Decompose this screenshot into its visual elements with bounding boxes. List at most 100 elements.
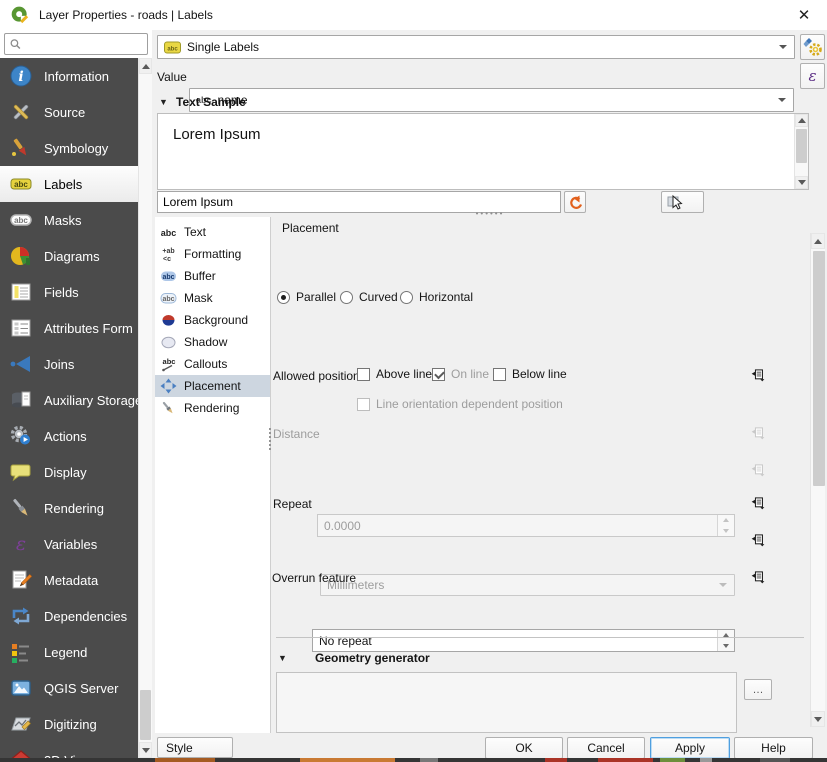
radio-horizontal[interactable] xyxy=(400,291,413,304)
allowed-on-line[interactable]: On line xyxy=(432,367,489,381)
orientation-curved[interactable]: Curved xyxy=(340,290,398,304)
sidebar-item-qgis-server[interactable]: QGIS Server xyxy=(0,670,138,706)
label-mode-value: Single Labels xyxy=(187,40,259,54)
data-defined-override-button[interactable] xyxy=(745,364,771,386)
mask-icon: abc xyxy=(160,290,177,306)
sidebar-item-rendering[interactable]: Rendering xyxy=(0,490,138,526)
orientation-parallel[interactable]: Parallel xyxy=(277,290,336,304)
table-icon xyxy=(9,280,33,304)
automated-placement-settings-button[interactable] xyxy=(800,34,825,60)
data-defined-override-button[interactable] xyxy=(745,492,771,514)
sidebar-item-digitizing[interactable]: Digitizing xyxy=(0,706,138,742)
scroll-down-arrow[interactable] xyxy=(811,711,825,727)
scroll-up-arrow[interactable] xyxy=(795,114,808,127)
cancel-button[interactable]: Cancel xyxy=(567,737,645,759)
repeat-spinbox[interactable]: No repeat xyxy=(312,629,735,652)
sidebar-item-attributes-form[interactable]: Attributes Form xyxy=(0,310,138,346)
help-button[interactable]: Help xyxy=(734,737,813,759)
geometry-generator-expression[interactable] xyxy=(276,672,737,733)
search-box[interactable] xyxy=(4,33,148,55)
line-orientation-option[interactable]: Line orientation dependent position xyxy=(357,397,563,411)
epsilon-icon: ε xyxy=(9,532,33,556)
value-field-select[interactable]: abc name xyxy=(189,88,794,112)
spin-down-icon[interactable] xyxy=(718,641,734,652)
panel-scrollbar[interactable] xyxy=(810,233,825,727)
cycle-arrows-icon xyxy=(9,604,33,628)
spin-down-icon[interactable] xyxy=(718,526,734,537)
label-mode-select[interactable]: abc Single Labels xyxy=(157,35,795,59)
sample-scrollbar[interactable] xyxy=(794,114,808,189)
sidebar-item-variables[interactable]: ε Variables xyxy=(0,526,138,562)
allowed-below-line[interactable]: Below line xyxy=(493,367,567,381)
sample-text-input[interactable] xyxy=(163,195,555,209)
scroll-up-arrow[interactable] xyxy=(139,58,152,74)
search-input[interactable] xyxy=(22,37,143,51)
checkbox-line-orientation[interactable] xyxy=(357,398,370,411)
sidebar-item-diagrams[interactable]: Diagrams xyxy=(0,238,138,274)
scrollbar-thumb[interactable] xyxy=(796,129,807,163)
expression-builder-button[interactable]: ε xyxy=(800,63,825,89)
map-scale-tool-button[interactable] xyxy=(661,191,688,213)
allowed-above-line[interactable]: Above line xyxy=(357,367,432,381)
orientation-horizontal[interactable]: Horizontal xyxy=(400,290,473,304)
sidebar-item-metadata[interactable]: Metadata xyxy=(0,562,138,598)
sidebar-item-actions[interactable]: Actions xyxy=(0,418,138,454)
sidebar-scrollbar[interactable] xyxy=(138,58,152,758)
spin-buttons[interactable] xyxy=(717,515,734,536)
checkbox-above-line[interactable] xyxy=(357,368,370,381)
svg-text:abc: abc xyxy=(161,228,177,238)
tab-placement[interactable]: Placement xyxy=(155,375,270,397)
tab-shadow[interactable]: Shadow xyxy=(155,331,270,353)
data-defined-override-button[interactable] xyxy=(745,566,771,588)
tab-buffer[interactable]: abc Buffer xyxy=(155,265,270,287)
tab-background[interactable]: Background xyxy=(155,309,270,331)
spin-up-icon[interactable] xyxy=(718,515,734,526)
style-menu-button[interactable]: Style xyxy=(157,737,233,758)
sidebar-item-auxiliary-storage[interactable]: Auxiliary Storage xyxy=(0,382,138,418)
distance-units-select[interactable]: Millimeters xyxy=(320,574,735,596)
checkbox-on-line[interactable] xyxy=(432,368,445,381)
map-scale-dropdown-button[interactable] xyxy=(687,191,704,213)
sample-splitter-handle[interactable]: •••••• xyxy=(455,212,525,216)
tab-rendering[interactable]: Rendering xyxy=(155,397,270,419)
collapse-arrow-icon[interactable]: ▼ xyxy=(278,653,287,663)
radio-curved[interactable] xyxy=(340,291,353,304)
sidebar-item-labels[interactable]: abc Labels xyxy=(0,166,138,202)
sidebar-item-legend[interactable]: Legend xyxy=(0,634,138,670)
sidebar-item-dependencies[interactable]: Dependencies xyxy=(0,598,138,634)
scroll-up-arrow[interactable] xyxy=(811,233,825,249)
scroll-down-arrow[interactable] xyxy=(795,176,808,189)
tab-formatting[interactable]: +ab<c Formatting xyxy=(155,243,270,265)
svg-text:abc: abc xyxy=(14,216,28,225)
spin-up-icon[interactable] xyxy=(718,630,734,641)
spin-buttons[interactable] xyxy=(717,630,734,651)
data-defined-override-button[interactable] xyxy=(745,422,771,444)
data-defined-icon xyxy=(751,365,765,385)
tab-mask[interactable]: abc Mask xyxy=(155,287,270,309)
reset-sample-button[interactable] xyxy=(564,191,586,213)
close-icon[interactable]: ✕ xyxy=(791,6,817,24)
sidebar-item-joins[interactable]: Joins xyxy=(0,346,138,382)
apply-button[interactable]: Apply xyxy=(650,737,730,759)
data-defined-override-button[interactable] xyxy=(745,529,771,551)
sidebar-item-display[interactable]: Display xyxy=(0,454,138,490)
expression-dialog-button[interactable]: … xyxy=(744,679,772,700)
sidebar-item-masks[interactable]: abc Masks xyxy=(0,202,138,238)
sidebar-item-source[interactable]: Source xyxy=(0,94,138,130)
distance-spinbox[interactable]: 0.0000 xyxy=(317,514,735,537)
sidebar-item-fields[interactable]: Fields xyxy=(0,274,138,310)
placement-gear-icon xyxy=(803,37,823,57)
collapse-arrow-icon[interactable]: ▼ xyxy=(159,97,168,107)
ok-button[interactable]: OK xyxy=(485,737,563,759)
tab-text[interactable]: abc Text xyxy=(155,221,270,243)
scroll-down-arrow[interactable] xyxy=(139,742,152,758)
sidebar-item-symbology[interactable]: Symbology xyxy=(0,130,138,166)
data-defined-override-button[interactable] xyxy=(745,459,771,481)
text-sample-preview[interactable]: Lorem Ipsum xyxy=(157,113,809,190)
tab-callouts[interactable]: abc Callouts xyxy=(155,353,270,375)
sidebar-item-information[interactable]: i Information xyxy=(0,58,138,94)
radio-parallel[interactable] xyxy=(277,291,290,304)
checkbox-below-line[interactable] xyxy=(493,368,506,381)
scrollbar-thumb[interactable] xyxy=(140,690,151,740)
scrollbar-thumb[interactable] xyxy=(813,251,825,486)
